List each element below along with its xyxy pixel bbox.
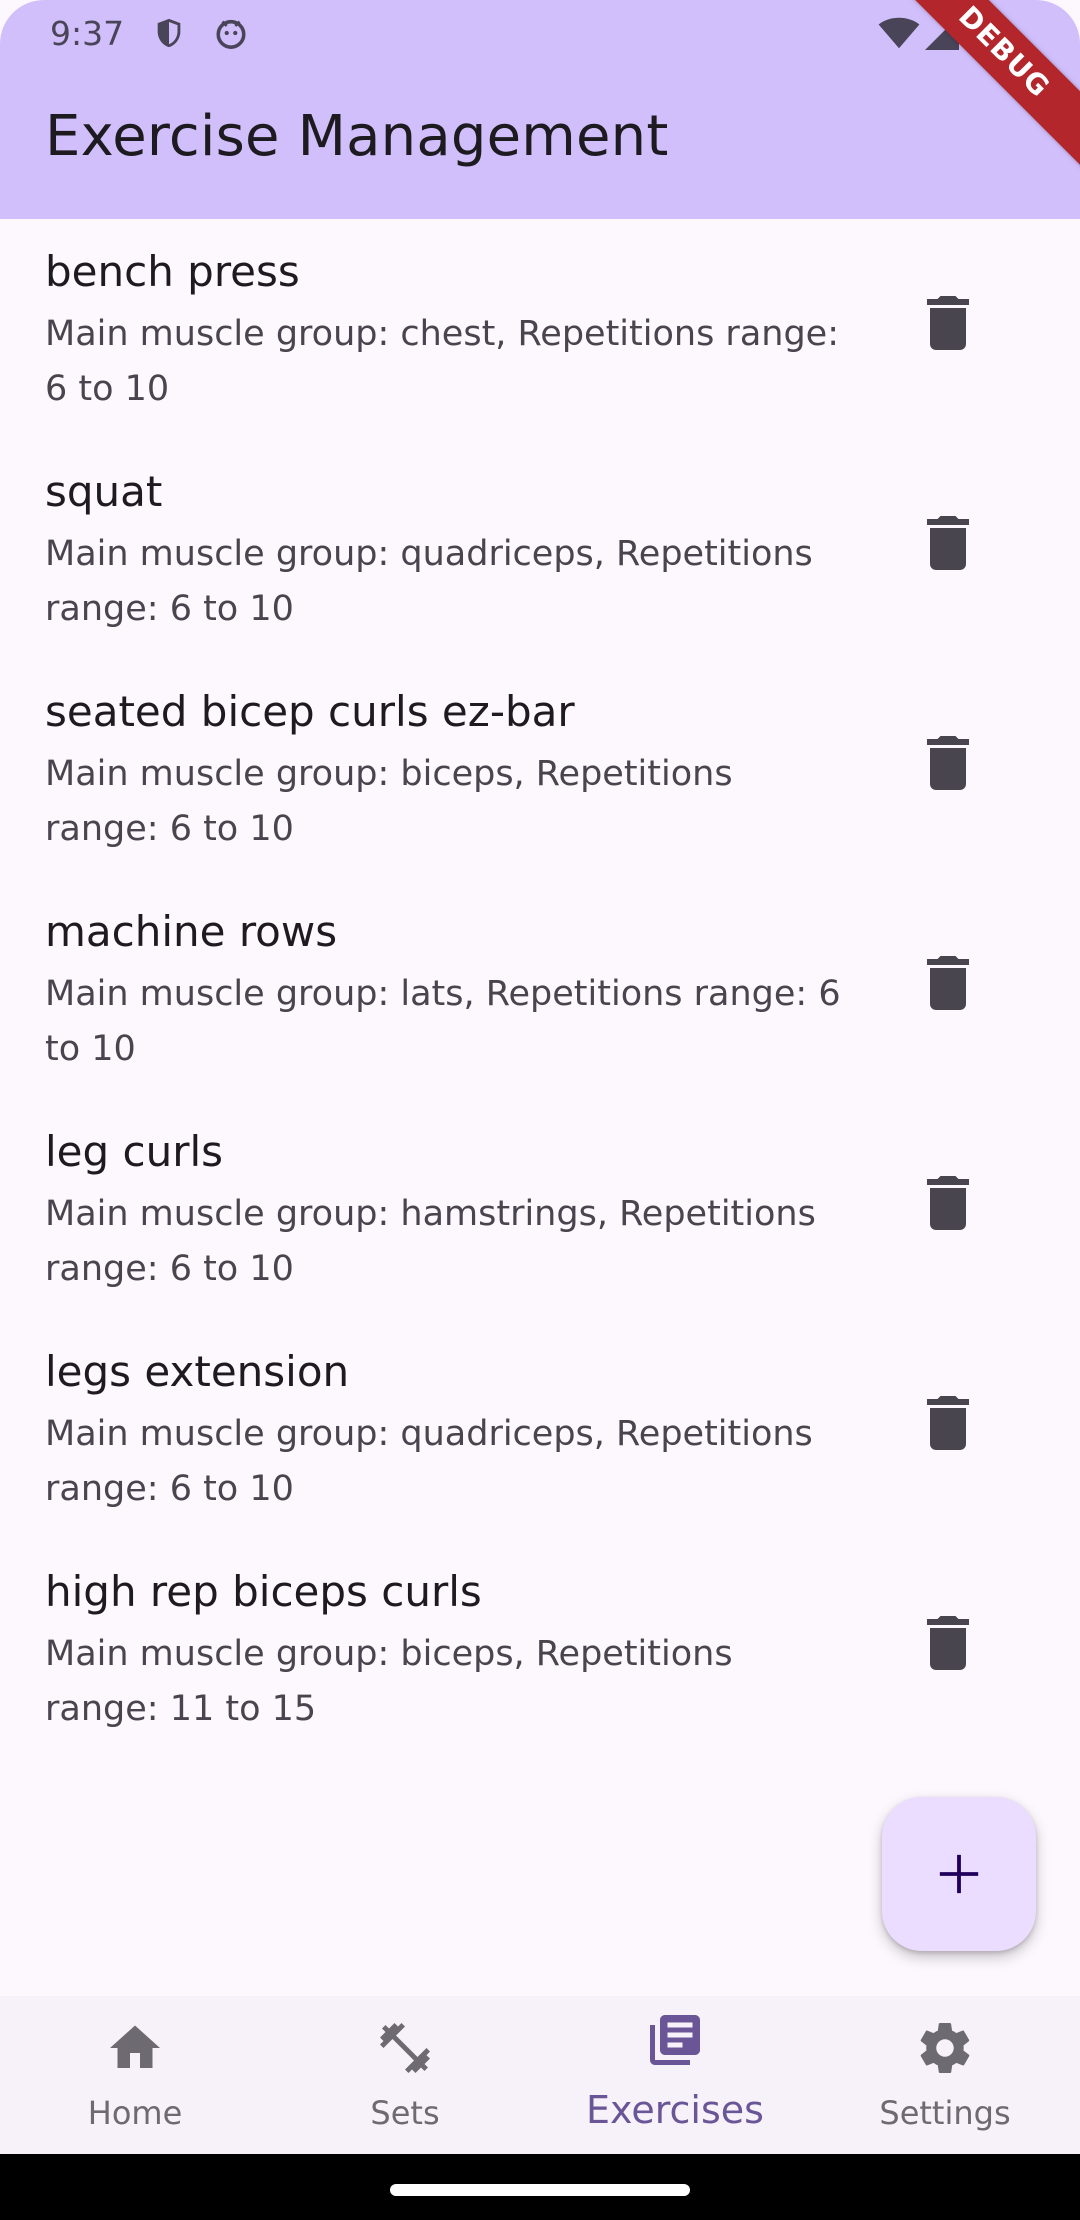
nav-item-sets[interactable]: Sets	[270, 1996, 540, 2154]
nav-item-settings[interactable]: Settings	[810, 1996, 1080, 2154]
screen: 9:37 Exercise Management DEBUG bench pre…	[0, 0, 1080, 2220]
exercise-list: bench press Main muscle group: chest, Re…	[0, 219, 1080, 1759]
exercise-description: Main muscle group: biceps, Repetitions r…	[45, 1634, 733, 1729]
plus-icon	[939, 1854, 979, 1894]
trash-icon	[927, 1396, 969, 1450]
exercise-description: Main muscle group: chest, Repetitions ra…	[45, 314, 839, 409]
exercise-list-item[interactable]: squat Main muscle group: quadriceps, Rep…	[0, 439, 1080, 659]
page-title: Exercise Management	[45, 104, 669, 169]
trash-icon	[927, 516, 969, 570]
exercise-description: Main muscle group: lats, Repetitions ran…	[45, 974, 841, 1069]
exercise-name: legs extension	[45, 1347, 350, 1396]
status-time: 9:37	[50, 14, 125, 53]
dumbbell-icon	[380, 2023, 430, 2073]
exercise-description: Main muscle group: hamstrings, Repetitio…	[45, 1194, 816, 1289]
home-gesture-handle[interactable]	[390, 2184, 690, 2196]
nav-item-exercises[interactable]: Exercises	[540, 1996, 810, 2154]
delete-button[interactable]	[900, 935, 996, 1031]
exercise-list-item[interactable]: seated bicep curls ez-bar Main muscle gr…	[0, 659, 1080, 879]
exercise-name: high rep biceps curls	[45, 1567, 482, 1616]
exercise-name: seated bicep curls ez-bar	[45, 687, 575, 736]
exercise-description: Main muscle group: quadriceps, Repetitio…	[45, 534, 813, 629]
wifi-icon	[878, 16, 920, 54]
add-exercise-button[interactable]	[882, 1797, 1036, 1951]
home-icon	[110, 2025, 160, 2068]
exercise-list-item[interactable]: legs extension Main muscle group: quadri…	[0, 1319, 1080, 1539]
exercise-description: Main muscle group: quadriceps, Repetitio…	[45, 1414, 813, 1509]
exercise-name: squat	[45, 467, 163, 516]
exercise-list-item[interactable]: bench press Main muscle group: chest, Re…	[0, 219, 1080, 439]
exercise-name: machine rows	[45, 907, 338, 956]
exercise-name: leg curls	[45, 1127, 224, 1176]
library-books-icon	[650, 2015, 700, 2065]
delete-button[interactable]	[900, 1375, 996, 1471]
trash-icon	[927, 736, 969, 790]
trash-icon	[927, 1616, 969, 1670]
gear-icon	[920, 2023, 970, 2074]
header: 9:37 Exercise Management DEBUG	[0, 0, 1080, 219]
delete-button[interactable]	[900, 275, 996, 371]
nav-label: Sets	[370, 2094, 440, 2132]
gesture-navigation-area	[0, 2154, 1080, 2220]
exercise-list-item[interactable]: leg curls Main muscle group: hamstrings,…	[0, 1099, 1080, 1319]
android-face-icon	[214, 16, 248, 54]
trash-icon	[927, 956, 969, 1010]
delete-button[interactable]	[900, 1155, 996, 1251]
nav-item-home[interactable]: Home	[0, 1996, 270, 2154]
nav-label: Settings	[879, 2094, 1011, 2132]
status-bar: 9:37	[0, 0, 1080, 66]
shield-icon	[152, 16, 186, 54]
nav-label: Exercises	[586, 2088, 764, 2132]
delete-button[interactable]	[900, 1595, 996, 1691]
exercise-list-item[interactable]: high rep biceps curls Main muscle group:…	[0, 1539, 1080, 1759]
trash-icon	[927, 296, 969, 350]
exercise-name: bench press	[45, 247, 300, 296]
delete-button[interactable]	[900, 495, 996, 591]
delete-button[interactable]	[900, 715, 996, 811]
bottom-navigation: Home Sets Exercises Settings	[0, 1996, 1080, 2154]
trash-icon	[927, 1176, 969, 1230]
exercise-list-item[interactable]: machine rows Main muscle group: lats, Re…	[0, 879, 1080, 1099]
exercise-description: Main muscle group: biceps, Repetitions r…	[45, 754, 733, 849]
nav-label: Home	[87, 2094, 183, 2132]
